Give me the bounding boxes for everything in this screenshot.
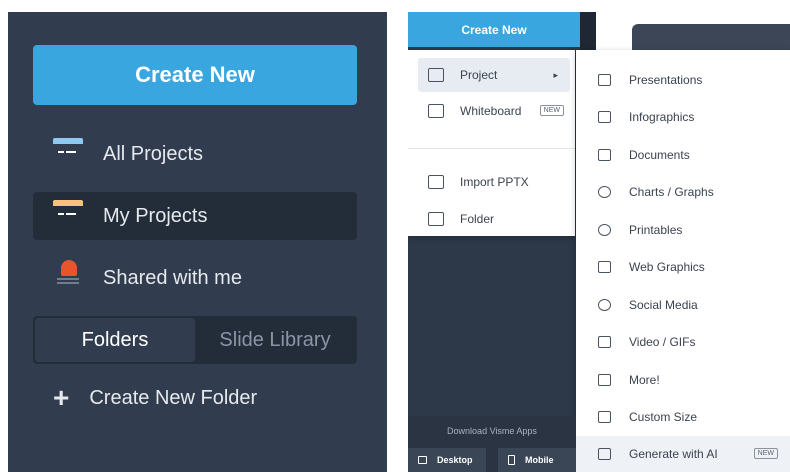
submenu-web-graphics[interactable]: Web Graphics xyxy=(576,249,790,285)
nav-all-projects[interactable]: All Projects xyxy=(33,130,357,178)
create-new-folder-button[interactable]: + Create New Folder xyxy=(53,384,257,412)
desktop-icon xyxy=(418,456,427,464)
left-sidebar: Create New All Projects My Projects Shar… xyxy=(8,12,387,472)
shared-icon xyxy=(53,260,83,290)
submenu-label: Generate with AI xyxy=(629,447,718,461)
nav-shared-label: Shared with me xyxy=(103,266,242,289)
upload-icon xyxy=(428,175,444,189)
submenu-video-gifs[interactable]: Video / GIFs xyxy=(576,324,790,360)
menu-item-project-label: Project xyxy=(460,68,498,82)
new-badge: NEW xyxy=(753,448,778,459)
folder-blue-icon xyxy=(53,142,83,166)
project-submenu: Presentations Infographics Documents Cha… xyxy=(576,50,790,472)
create-new-button[interactable]: Create New xyxy=(33,45,357,105)
submenu-custom-size[interactable]: Custom Size xyxy=(576,399,790,435)
menu-item-folder[interactable]: Folder xyxy=(418,202,570,236)
submenu-label: Social Media xyxy=(629,298,698,312)
submenu-label: Charts / Graphs xyxy=(629,185,714,199)
submenu-social-media[interactable]: Social Media xyxy=(576,287,790,323)
new-badge: NEW xyxy=(539,105,564,116)
chevron-right-icon: ▸ xyxy=(553,69,558,80)
project-icon xyxy=(428,68,444,82)
submenu-more[interactable]: More! xyxy=(576,362,790,398)
download-apps-bar: Download Visme Apps Desktop Mobile xyxy=(408,416,576,472)
tab-slide-library[interactable]: Slide Library xyxy=(195,318,355,362)
submenu-label: Printables xyxy=(629,223,683,237)
download-apps-text: Download Visme Apps xyxy=(447,426,537,436)
root: Create New All Projects My Projects Shar… xyxy=(0,0,790,472)
right-panel: Create New Project ▸ Whiteboard NEW Impo… xyxy=(408,12,790,472)
mobile-icon xyxy=(508,455,515,465)
plus-icon: + xyxy=(53,382,70,413)
mobile-label: Mobile xyxy=(525,455,554,465)
mobile-app-button[interactable]: Mobile xyxy=(498,448,576,472)
folder-tabs: Folders Slide Library xyxy=(33,316,357,364)
create-new-button-small[interactable]: Create New xyxy=(408,12,580,47)
browser-icon xyxy=(598,261,611,273)
submenu-label: Web Graphics xyxy=(629,260,705,274)
create-menu: Project ▸ Whiteboard NEW Import PPTX Fol… xyxy=(408,50,575,236)
nav-shared-with-me[interactable]: Shared with me xyxy=(33,254,357,302)
menu-item-import-pptx[interactable]: Import PPTX xyxy=(418,165,570,199)
submenu-documents[interactable]: Documents xyxy=(576,137,790,173)
whiteboard-icon xyxy=(428,104,444,118)
document-icon xyxy=(598,149,611,161)
create-new-folder-label: Create New Folder xyxy=(89,386,258,409)
ai-sparkle-icon xyxy=(598,448,611,460)
menu-divider xyxy=(408,148,575,149)
monitor-icon xyxy=(598,74,611,86)
play-icon xyxy=(598,336,611,348)
submenu-infographics[interactable]: Infographics xyxy=(576,99,790,135)
nav-all-projects-label: All Projects xyxy=(103,142,204,165)
menu-item-whiteboard[interactable]: Whiteboard NEW xyxy=(418,94,570,128)
pie-chart-icon xyxy=(598,186,611,198)
submenu-label: Custom Size xyxy=(629,410,698,424)
submenu-label: Presentations xyxy=(629,73,703,87)
submenu-label: Documents xyxy=(629,148,690,162)
menu-item-folder-label: Folder xyxy=(460,212,495,226)
submenu-label: More! xyxy=(629,373,660,387)
submenu-printables[interactable]: Printables xyxy=(576,212,790,248)
chat-bubble-icon xyxy=(598,299,611,311)
submenu-label: Video / GIFs xyxy=(629,335,696,349)
submenu-presentations[interactable]: Presentations xyxy=(576,62,790,98)
infographic-icon xyxy=(598,111,611,123)
submenu-charts-graphs[interactable]: Charts / Graphs xyxy=(576,174,790,210)
resize-icon xyxy=(598,411,611,423)
tab-folders[interactable]: Folders xyxy=(35,318,195,362)
folder-orange-icon xyxy=(53,204,83,228)
nav-my-projects-label: My Projects xyxy=(103,204,208,227)
submenu-label: Infographics xyxy=(629,110,695,124)
menu-item-project[interactable]: Project ▸ xyxy=(418,58,570,92)
folder-add-icon xyxy=(428,212,444,226)
desktop-label: Desktop xyxy=(437,455,473,465)
printer-icon xyxy=(598,224,611,236)
menu-item-import-label: Import PPTX xyxy=(460,175,529,189)
desktop-app-button[interactable]: Desktop xyxy=(408,448,486,472)
page-icon xyxy=(598,374,611,386)
nav-my-projects[interactable]: My Projects xyxy=(33,192,357,240)
menu-item-whiteboard-label: Whiteboard xyxy=(460,104,522,118)
submenu-generate-ai[interactable]: Generate with AI NEW xyxy=(576,436,790,472)
